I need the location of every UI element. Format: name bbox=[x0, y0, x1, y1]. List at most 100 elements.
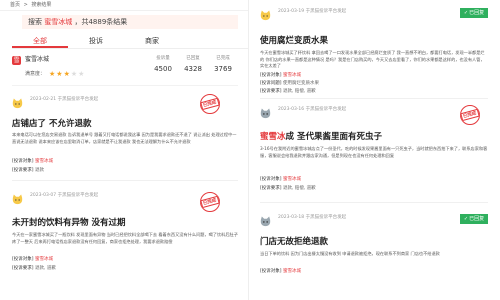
complaint-title[interactable]: 使用腐烂变质水果 bbox=[260, 35, 328, 47]
left-column: 首页 > 搜索结果 搜索 蜜雪冰城 ，共4889条结果 全部 投诉 商家 雪 蜜… bbox=[0, 0, 249, 300]
company-logo: 雪 bbox=[12, 56, 21, 65]
search-keyword: 蜜雪冰城 bbox=[44, 18, 73, 26]
stat-label: 已完成 bbox=[216, 56, 230, 61]
title-rest: 成 圣代果酱里面有死虫子 bbox=[285, 132, 382, 142]
line-value[interactable]: 蜜雪冰城 bbox=[35, 159, 53, 164]
star-filled-icon: ★ bbox=[56, 70, 64, 78]
completed-stamp: 已完成 bbox=[200, 94, 220, 114]
line-label: [投诉问题] bbox=[260, 81, 282, 86]
breadcrumb-home[interactable]: 首页 bbox=[10, 2, 20, 8]
complaint-meta: 2023-03-16 于黑猫投诉平台发起 bbox=[278, 107, 347, 112]
line-value[interactable]: 蜜雪冰城 bbox=[283, 269, 301, 274]
check-icon: ✓ bbox=[463, 216, 469, 222]
stat-complaints: 投诉量 4500 bbox=[148, 55, 178, 85]
complaint-body: 今天在一家蜜雪冰城买了一瓶饮料 发现里面有异物 当时已经把饮料全部喝下去 看着东… bbox=[12, 232, 238, 244]
complaint-target: [投诉对象] 蜜雪冰城 bbox=[260, 72, 301, 79]
complaint-card[interactable]: 2023-03-19 于黑猫投诉平台发起 ✓已回复 使用腐烂变质水果 今天在蜜雪… bbox=[260, 6, 488, 100]
stamp-text: 已完成 bbox=[460, 108, 480, 122]
stat-value: 3769 bbox=[214, 65, 232, 73]
complaint-title[interactable]: 蜜雪冰成 圣代果酱里面有死虫子 bbox=[260, 131, 382, 143]
search-prefix: 搜索 bbox=[28, 18, 42, 26]
rating-label: 满意度： bbox=[25, 71, 46, 77]
company-summary[interactable]: 雪 蜜雪冰城 满意度： ★★★★★ 投诉量 4500 已回复 4328 已完成 … bbox=[12, 55, 238, 86]
complaint-meta: 2023-03-18 于黑猫投诉平台发起 bbox=[278, 215, 347, 220]
company-rating: 满意度： ★★★★★ bbox=[25, 69, 135, 79]
tab-complaints[interactable]: 投诉 bbox=[68, 34, 124, 48]
cat-avatar-icon bbox=[12, 190, 23, 205]
line-label: [投诉对象] bbox=[260, 269, 282, 274]
line-label: [投诉要求] bbox=[260, 186, 282, 191]
cat-avatar-icon bbox=[260, 212, 271, 227]
complaint-target: [投诉对象] 蜜雪冰城 bbox=[12, 158, 53, 165]
breadcrumb-current: 搜索结果 bbox=[31, 2, 52, 8]
stat-value: 4500 bbox=[154, 65, 172, 73]
line-value: 退款, 赔偿, 道歉 bbox=[282, 186, 316, 191]
complaint-request: [投诉要求] 退款 bbox=[12, 167, 44, 174]
stamp-text: 已完成 bbox=[200, 195, 220, 209]
line-label: [投诉对象] bbox=[12, 159, 34, 164]
page: 首页 > 搜索结果 搜索 蜜雪冰城 ，共4889条结果 全部 投诉 商家 雪 蜜… bbox=[0, 0, 500, 300]
complaint-title[interactable]: 未开封的饮料有异物 没有过期 bbox=[12, 217, 125, 229]
stamp-text: 已完成 bbox=[200, 97, 220, 111]
stat-value: 4328 bbox=[184, 65, 202, 73]
badge-text: 已回复 bbox=[469, 216, 485, 222]
line-value: 退款, 道歉 bbox=[34, 266, 56, 271]
rating-stars: ★★★★★ bbox=[49, 69, 85, 79]
complaint-meta: 2023-03-19 于黑猫投诉平台发起 bbox=[278, 9, 347, 14]
complaint-title[interactable]: 店铺店了 不允许退款 bbox=[12, 118, 91, 130]
complaint-issue: [投诉问题] 使用腐烂变质水果 bbox=[260, 80, 319, 87]
check-icon: ✓ bbox=[463, 10, 469, 16]
divider bbox=[12, 180, 238, 181]
completed-stamp: 已完成 bbox=[200, 192, 220, 212]
replied-badge: ✓已回复 bbox=[460, 8, 488, 18]
cat-avatar-icon bbox=[260, 6, 271, 21]
completed-stamp: 已完成 bbox=[460, 105, 480, 125]
breadcrumb-separator: > bbox=[23, 2, 28, 8]
complaint-card[interactable]: 2023-03-07 于黑猫投诉平台发起 已完成 未开封的饮料有异物 没有过期 … bbox=[12, 190, 238, 280]
stat-replied: 已回复 4328 bbox=[178, 55, 208, 85]
complaint-meta: 2023-03-07 于黑猫投诉平台发起 bbox=[30, 193, 99, 198]
line-value: 退款, 赔偿, 道歉 bbox=[282, 89, 316, 94]
result-tabs: 全部 投诉 商家 bbox=[12, 34, 248, 49]
line-value[interactable]: 蜜雪冰城 bbox=[283, 73, 301, 78]
breadcrumb: 首页 > 搜索结果 bbox=[0, 0, 248, 11]
cat-avatar-icon bbox=[12, 94, 23, 109]
company-stats: 投诉量 4500 已回复 4328 已完成 3769 bbox=[148, 55, 238, 85]
complaint-request: [投诉要求] 退款, 赔偿, 道歉 bbox=[260, 88, 316, 95]
line-value: 使用腐烂变质水果 bbox=[282, 81, 319, 86]
star-filled-icon: ★ bbox=[63, 70, 71, 78]
complaint-title[interactable]: 门店无故拒绝退款 bbox=[260, 236, 328, 248]
tab-merchants[interactable]: 商家 bbox=[124, 34, 180, 48]
complaint-target: [投诉对象] 蜜雪冰城 bbox=[12, 256, 53, 263]
divider bbox=[260, 98, 488, 99]
stat-completed: 已完成 3769 bbox=[208, 55, 238, 85]
complaint-target: [投诉对象] 蜜雪冰城 bbox=[260, 176, 301, 183]
complaint-body: 今天在蜜雪冰城买了杯饮料 拿回去喝了一口发现水果全部已经腐烂变质了 我一直想不明… bbox=[260, 50, 485, 68]
line-label: [投诉要求] bbox=[12, 168, 34, 173]
line-value: 退款 bbox=[34, 168, 44, 173]
badge-text: 已回复 bbox=[469, 10, 485, 16]
star-empty-icon: ★ bbox=[78, 70, 86, 78]
cat-avatar-icon bbox=[260, 104, 271, 119]
line-label: [投诉要求] bbox=[260, 89, 282, 94]
complaint-body: 本来电话可以在您店交易退款 告诉我退单号 跟着又打电话都说我这事 因为是我要求退… bbox=[12, 132, 237, 144]
complaint-body: 当日下单的饮料 因为门店出餐太慢没有收到 申请退款被拒绝，现在联系不到商家 门店… bbox=[260, 251, 440, 256]
complaint-card[interactable]: 2023-03-16 于黑猫投诉平台发起 已完成 蜜雪冰成 圣代果酱里面有死虫子… bbox=[260, 104, 488, 208]
line-label: [投诉对象] bbox=[260, 73, 282, 78]
complaint-request: [投诉要求] 退款, 道歉 bbox=[12, 265, 56, 272]
search-summary: 搜索 蜜雪冰城 ，共4889条结果 bbox=[22, 15, 238, 29]
line-label: [投诉对象] bbox=[12, 257, 34, 262]
complaint-card[interactable]: 2023-02-21 于黑猫投诉平台发起 已完成 店铺店了 不允许退款 本来电话… bbox=[12, 94, 238, 186]
complaint-request: [投诉要求] 退款, 赔偿, 道歉 bbox=[260, 185, 316, 192]
complaint-card[interactable]: 2023-03-18 于黑猫投诉平台发起 ✓已回复 门店无故拒绝退款 当日下单的… bbox=[260, 212, 488, 292]
line-label: [投诉对象] bbox=[260, 177, 282, 182]
replied-badge: ✓已回复 bbox=[460, 214, 488, 224]
complaint-body: 3-16号在我附近的蜜雪冰城店点了一份圣代，吃的时候发现果酱里面有一只死虫子，当… bbox=[260, 146, 488, 158]
title-highlight: 蜜雪冰 bbox=[260, 132, 286, 142]
tab-all[interactable]: 全部 bbox=[12, 34, 68, 48]
line-value[interactable]: 蜜雪冰城 bbox=[283, 177, 301, 182]
stat-label: 投诉量 bbox=[156, 56, 170, 61]
complaint-target: [投诉对象] 蜜雪冰城 bbox=[260, 268, 301, 275]
line-value[interactable]: 蜜雪冰城 bbox=[35, 257, 53, 262]
company-name[interactable]: 蜜雪冰城 bbox=[25, 55, 135, 65]
